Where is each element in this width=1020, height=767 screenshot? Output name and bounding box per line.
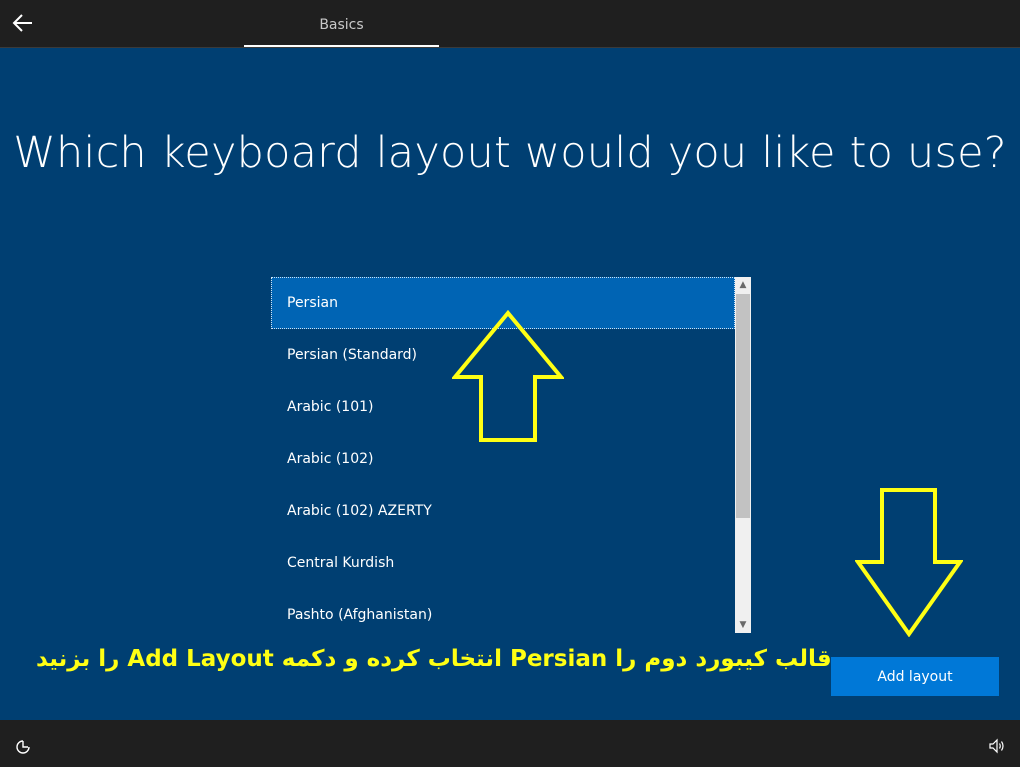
ease-of-access-icon[interactable] [14,738,32,756]
add-layout-button[interactable]: Add layout [831,657,999,696]
list-scrollbar[interactable]: ▲ ▼ [735,277,751,633]
tab-basics: Basics [319,17,364,33]
scroll-thumb[interactable] [736,294,750,518]
tab-underline [244,45,439,47]
back-arrow-icon[interactable] [10,10,36,36]
volume-icon[interactable] [988,737,1006,755]
instruction-annotation: قالب کیبورد دوم را Persian انتخاب کرده و… [36,646,832,672]
list-item[interactable]: Central Kurdish [271,537,735,589]
down-arrow-annotation-icon [855,488,963,637]
list-item[interactable]: Pashto (Afghanistan) [271,589,735,633]
scroll-down-icon[interactable]: ▼ [735,617,751,633]
up-arrow-annotation-icon [452,310,564,442]
scroll-up-icon[interactable]: ▲ [735,277,751,293]
list-item[interactable]: Arabic (102) AZERTY [271,485,735,537]
page-title: Which keyboard layout would you like to … [13,128,1007,178]
bottom-bar [0,720,1020,767]
top-bar: Basics [0,0,1020,48]
